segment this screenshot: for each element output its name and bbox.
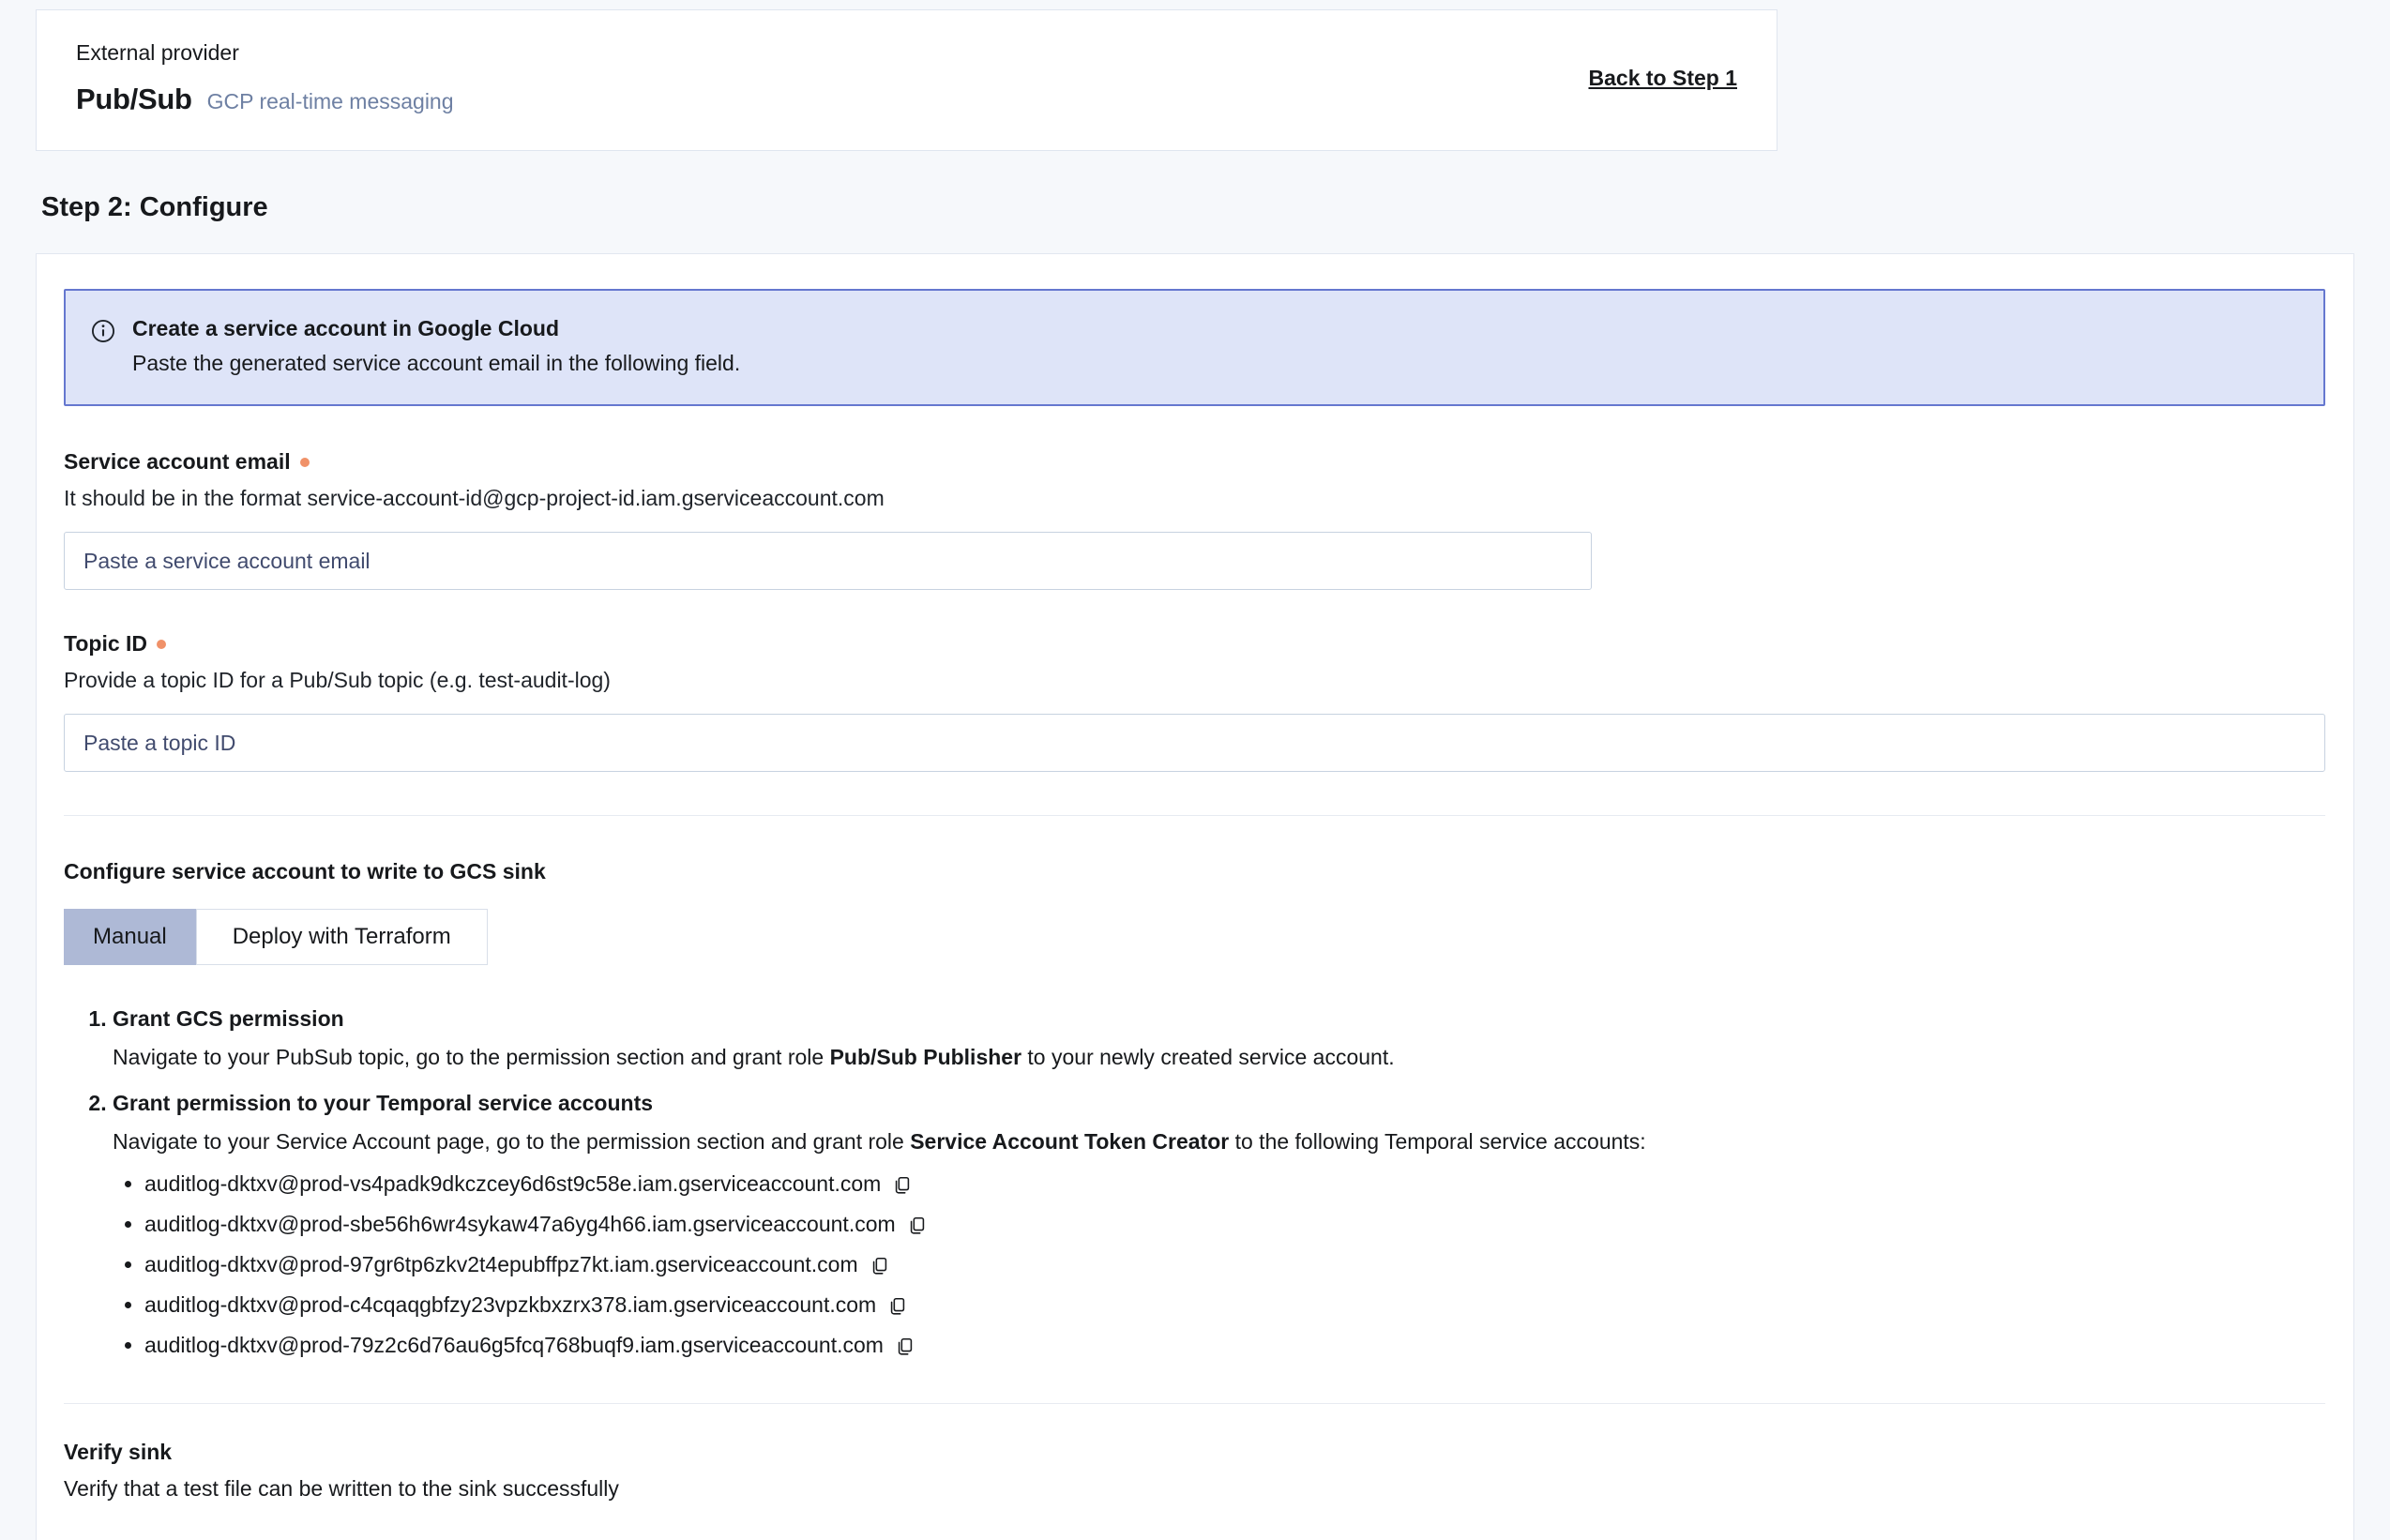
- required-indicator-dot: [157, 640, 166, 649]
- provider-name: Pub/Sub: [76, 83, 192, 116]
- provider-card-label: External provider: [76, 40, 454, 66]
- service-account-item: auditlog-dktxv@prod-sbe56h6wr4sykaw47a6y…: [144, 1212, 2325, 1239]
- copy-icon[interactable]: [892, 1175, 913, 1199]
- step-body: Navigate to your Service Account page, g…: [113, 1129, 2325, 1360]
- topic-id-field-group: Topic ID Provide a topic ID for a Pub/Su…: [64, 631, 2325, 772]
- required-indicator-dot: [300, 458, 310, 467]
- step-body-text: to the following Temporal service accoun…: [1229, 1129, 1645, 1154]
- temporal-service-accounts-list: auditlog-dktxv@prod-vs4padk9dkczcey6d6st…: [113, 1171, 2325, 1360]
- tab-deploy-with-terraform[interactable]: Deploy with Terraform: [196, 909, 488, 965]
- provider-description: GCP real-time messaging: [207, 89, 454, 114]
- step-body-text: Navigate to your Service Account page, g…: [113, 1129, 910, 1154]
- role-name: Service Account Token Creator: [910, 1129, 1229, 1154]
- service-account-item: auditlog-dktxv@prod-vs4padk9dkczcey6d6st…: [144, 1171, 2325, 1199]
- section-divider: [64, 815, 2325, 816]
- info-banner-title: Create a service account in Google Cloud: [132, 316, 740, 341]
- tab-manual[interactable]: Manual: [64, 909, 196, 965]
- service-account-item: auditlog-dktxv@prod-c4cqaqgbfzy23vpzkbxz…: [144, 1292, 2325, 1320]
- service-account-email: auditlog-dktxv@prod-97gr6tp6zkv2t4epubff…: [144, 1252, 858, 1276]
- configure-section-title: Configure service account to write to GC…: [64, 859, 2325, 884]
- info-banner: Create a service account in Google Cloud…: [64, 289, 2325, 406]
- provider-info: External provider Pub/Sub GCP real-time …: [76, 40, 454, 116]
- verify-sink-title: Verify sink: [64, 1440, 2325, 1465]
- info-banner-body: Paste the generated service account emai…: [132, 351, 740, 376]
- service-account-email-label: Service account email: [64, 449, 291, 475]
- topic-id-input[interactable]: [64, 714, 2325, 772]
- info-banner-text: Create a service account in Google Cloud…: [132, 316, 740, 376]
- section-divider: [64, 1403, 2325, 1404]
- service-account-email-hint: It should be in the format service-accou…: [64, 486, 2325, 511]
- step-title: Grant permission to your Temporal servic…: [113, 1091, 653, 1115]
- back-to-step-1-link[interactable]: Back to Step 1: [1589, 66, 1738, 91]
- page-title: Step 2: Configure: [41, 192, 2390, 223]
- service-account-email: auditlog-dktxv@prod-c4cqaqgbfzy23vpzkbxz…: [144, 1292, 876, 1317]
- configure-step-card: Create a service account in Google Cloud…: [36, 253, 2354, 1540]
- info-icon: [90, 318, 116, 376]
- step-grant-gcs-permission: Grant GCS permission Navigate to your Pu…: [113, 1006, 2325, 1070]
- step-body-text: Navigate to your PubSub topic, go to the…: [113, 1045, 830, 1069]
- configure-method-tabs: Manual Deploy with Terraform: [64, 909, 2325, 965]
- service-account-email: auditlog-dktxv@prod-sbe56h6wr4sykaw47a6y…: [144, 1212, 896, 1236]
- service-account-email-input[interactable]: [64, 532, 1592, 590]
- copy-icon[interactable]: [870, 1256, 890, 1279]
- topic-id-label: Topic ID: [64, 631, 147, 657]
- step-body-text: to your newly created service account.: [1021, 1045, 1395, 1069]
- copy-icon[interactable]: [887, 1296, 908, 1320]
- service-account-email-field-group: Service account email It should be in th…: [64, 449, 2325, 590]
- topic-id-hint: Provide a topic ID for a Pub/Sub topic (…: [64, 668, 2325, 693]
- step-body: Navigate to your PubSub topic, go to the…: [113, 1045, 2325, 1070]
- service-account-email: auditlog-dktxv@prod-vs4padk9dkczcey6d6st…: [144, 1171, 881, 1196]
- step-grant-temporal-permission: Grant permission to your Temporal servic…: [113, 1091, 2325, 1360]
- role-name: Pub/Sub Publisher: [830, 1045, 1021, 1069]
- service-account-item: auditlog-dktxv@prod-79z2c6d76au6g5fcq768…: [144, 1333, 2325, 1360]
- external-provider-card: External provider Pub/Sub GCP real-time …: [36, 9, 1777, 151]
- manual-steps-list: Grant GCS permission Navigate to your Pu…: [64, 1006, 2325, 1360]
- verify-sink-description: Verify that a test file can be written t…: [64, 1476, 2325, 1502]
- service-account-item: auditlog-dktxv@prod-97gr6tp6zkv2t4epubff…: [144, 1252, 2325, 1279]
- step-title: Grant GCS permission: [113, 1006, 344, 1031]
- service-account-email: auditlog-dktxv@prod-79z2c6d76au6g5fcq768…: [144, 1333, 884, 1357]
- copy-icon[interactable]: [907, 1215, 928, 1239]
- copy-icon[interactable]: [895, 1336, 915, 1360]
